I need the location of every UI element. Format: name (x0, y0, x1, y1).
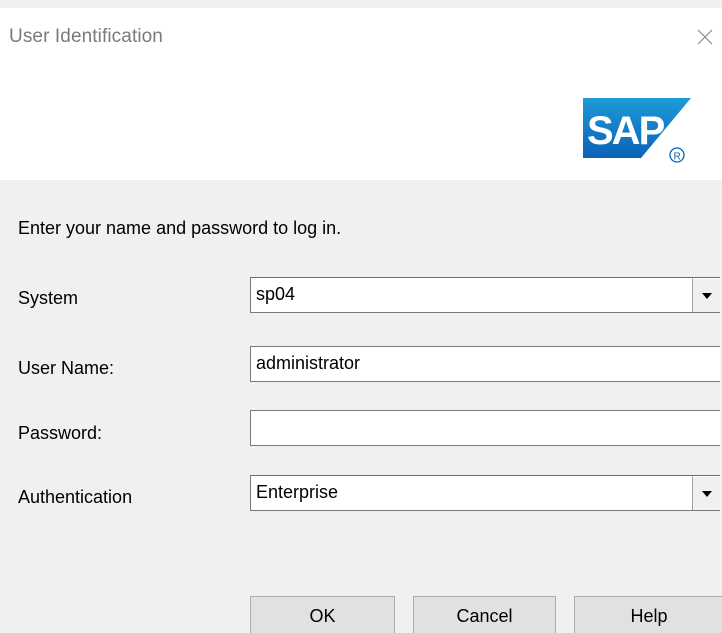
close-icon (697, 29, 713, 45)
system-select[interactable]: sp04 (250, 277, 720, 313)
login-prompt: Enter your name and password to log in. (18, 218, 342, 238)
cancel-button[interactable]: Cancel (413, 596, 556, 633)
authentication-value: Enterprise (256, 482, 339, 502)
user-identification-dialog: User Identification SAP R Enter your nam… (0, 0, 722, 633)
authentication-dropdown-button[interactable] (692, 476, 720, 510)
ok-button[interactable]: OK (250, 596, 395, 633)
authentication-label: Authentication (18, 487, 133, 507)
user-name-value: administrator (256, 353, 361, 373)
password-label: Password: (18, 423, 103, 443)
sap-logo: SAP R (583, 98, 691, 163)
system-label: System (18, 288, 79, 308)
user-name-input[interactable]: administrator (250, 346, 720, 382)
svg-text:R: R (674, 152, 681, 163)
user-name-label: User Name: (18, 358, 115, 378)
help-button[interactable]: Help (574, 596, 722, 633)
close-button[interactable] (690, 16, 722, 58)
authentication-select[interactable]: Enterprise (250, 475, 720, 511)
logo-banner: SAP R (0, 68, 722, 180)
system-value: sp04 (256, 284, 296, 304)
system-dropdown-button[interactable] (692, 278, 720, 312)
svg-text:SAP: SAP (587, 109, 665, 153)
window-title: User Identification (9, 26, 163, 47)
title-bar: User Identification (0, 8, 722, 68)
password-input[interactable] (250, 410, 720, 446)
